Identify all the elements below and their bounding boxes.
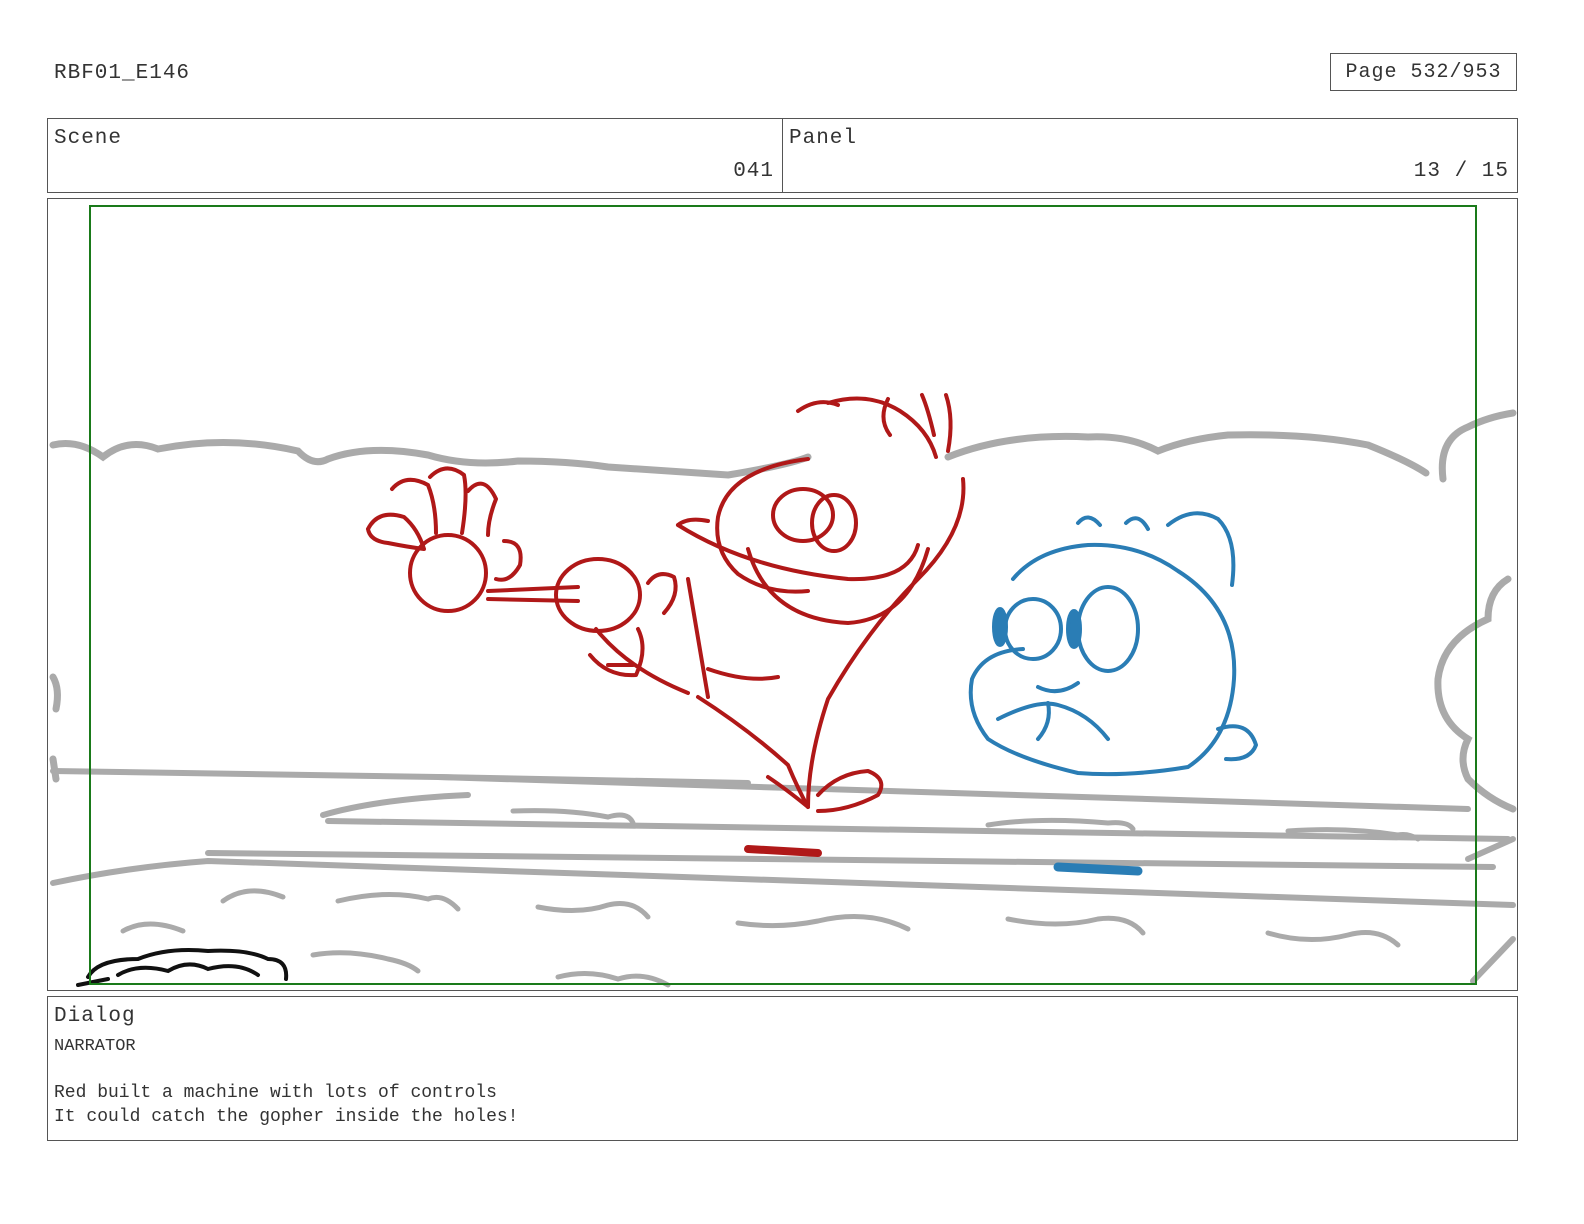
- page-number: Page 532/953: [1330, 53, 1517, 91]
- scene-cell: Scene 041: [48, 119, 782, 192]
- scene-label: Scene: [54, 127, 123, 150]
- scene-number: 041: [733, 160, 774, 183]
- floor-lines: [50, 768, 1516, 984]
- panel-cell: Panel 13 / 15: [782, 119, 1517, 192]
- dialog-speaker: NARRATOR: [54, 1037, 136, 1056]
- blue-character: [968, 511, 1258, 876]
- panel-number: 13 / 15: [1413, 160, 1509, 183]
- dialog-label: Dialog: [54, 1005, 136, 1028]
- storyboard-sketch: [49, 205, 1517, 988]
- dialog-box: Dialog NARRATOR Red built a machine with…: [47, 996, 1518, 1141]
- dialog-line: It could catch the gopher inside the hol…: [54, 1107, 519, 1127]
- scene-panel-info: Scene 041 Panel 13 / 15: [47, 118, 1518, 193]
- panel-label: Panel: [789, 127, 858, 150]
- episode-id: RBF01_E146: [54, 62, 191, 85]
- foreground-bush: [76, 948, 289, 987]
- storyboard-panel: [47, 198, 1518, 991]
- background-bushes: [49, 409, 1517, 813]
- dialog-line: Red built a machine with lots of control…: [54, 1083, 497, 1103]
